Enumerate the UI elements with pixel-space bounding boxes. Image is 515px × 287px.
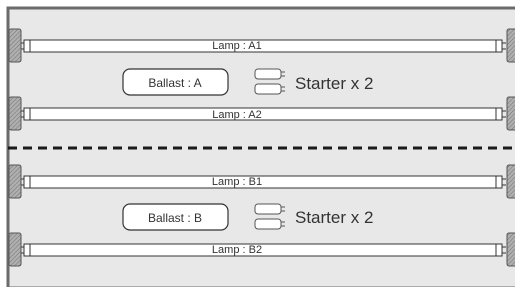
lamp-end-cap-left — [23, 243, 31, 257]
starter-icon — [254, 203, 282, 215]
ballast-b: Ballast : B — [122, 203, 229, 231]
lamp-tube — [23, 107, 503, 121]
lighting-fixture-diagram: Lamp : A1 Ballast : A Starter x 2 Lamp:… — [6, 6, 515, 287]
lamp-end-cap-right — [495, 107, 503, 121]
lamp-a2-label: Lamp : A2 — [212, 109, 262, 121]
ballast-a-label: Ballast : A — [148, 76, 201, 90]
lamp-end-cap-left — [23, 39, 31, 53]
lamp-socket-right — [506, 164, 515, 199]
starter-icon — [254, 68, 282, 80]
lamp-socket-left — [8, 28, 22, 63]
starter-icon — [254, 218, 282, 230]
starter-a-label: Starter x 2 — [295, 74, 373, 93]
lamp-end-cap-right — [495, 243, 503, 257]
lamp-socket-left — [8, 164, 22, 199]
lamp-socket-left — [8, 96, 22, 131]
lamp-b2-label: Lamp : B2 — [212, 244, 262, 256]
starter-b-label: Starter x 2 — [295, 208, 373, 227]
lamp-tube — [23, 39, 503, 53]
lamp-b1-label: Lamp : B1 — [212, 176, 262, 188]
lamp-end-cap-right — [495, 175, 503, 189]
lamp-a1-label: Lamp : A1 — [212, 40, 262, 52]
lamp-end-cap-left — [23, 107, 31, 121]
ballast-b-label: Ballast : B — [148, 211, 202, 225]
lamp-tube — [23, 175, 503, 189]
lamp-end-cap-right — [495, 39, 503, 53]
lamp-socket-right — [506, 96, 515, 131]
lamp-socket-right — [506, 28, 515, 63]
starter-icon — [254, 83, 282, 95]
lamp-socket-right — [506, 232, 515, 267]
lamp-socket-left — [8, 232, 22, 267]
lamp-end-cap-left — [23, 175, 31, 189]
lamp-tube — [23, 243, 503, 257]
ballast-a: Ballast : A — [122, 68, 229, 96]
